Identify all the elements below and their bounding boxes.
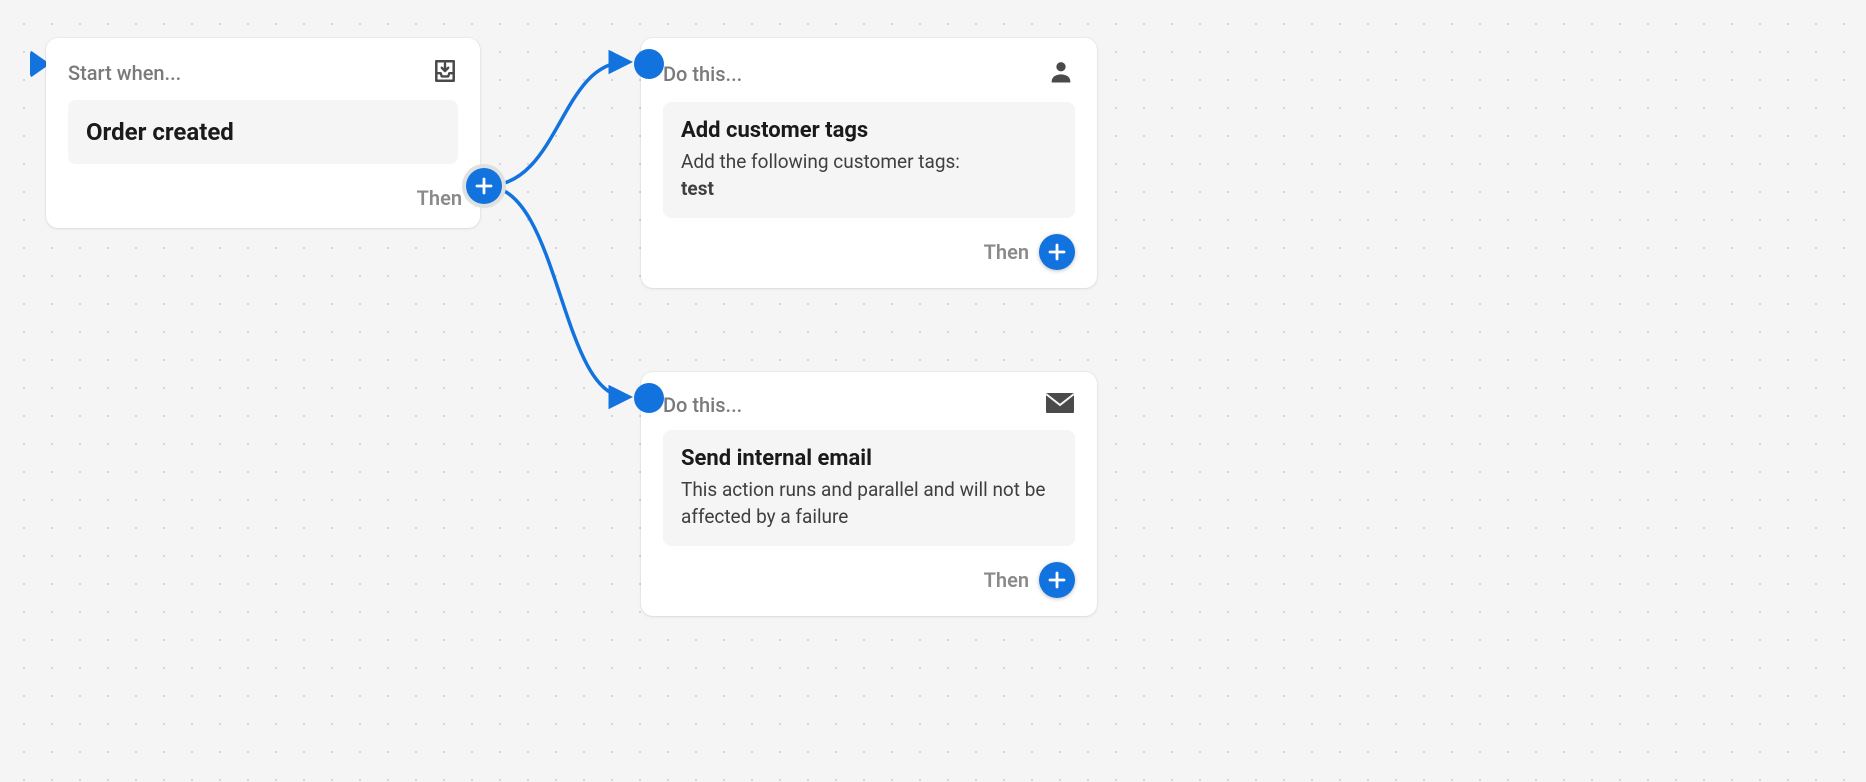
action-desc: Add the following customer tags: bbox=[681, 149, 1057, 176]
action-header: Do this... bbox=[663, 392, 1075, 418]
action-header-label: Do this... bbox=[663, 393, 742, 417]
mail-icon bbox=[1045, 392, 1075, 418]
action-body: Add customer tags Add the following cust… bbox=[663, 102, 1075, 218]
person-icon bbox=[1047, 58, 1075, 90]
then-label: Then bbox=[984, 240, 1029, 264]
action-desc-value: test bbox=[681, 176, 1057, 203]
add-step-button[interactable] bbox=[1039, 234, 1075, 270]
add-step-button[interactable] bbox=[466, 168, 502, 204]
action-header: Do this... bbox=[663, 58, 1075, 90]
action-card-add-customer-tags[interactable]: Do this... Add customer tags Add the fol… bbox=[641, 38, 1097, 288]
action-header-label: Do this... bbox=[663, 62, 742, 86]
action-card-send-internal-email[interactable]: Do this... Send internal email This acti… bbox=[641, 372, 1097, 616]
action-node-dot-1 bbox=[634, 49, 664, 79]
action-desc: This action runs and parallel and will n… bbox=[681, 477, 1057, 530]
trigger-footer: Then bbox=[68, 164, 462, 210]
trigger-header-label: Start when... bbox=[68, 61, 181, 85]
trigger-card[interactable]: Start when... Order created Then bbox=[46, 38, 480, 228]
inbox-download-icon bbox=[432, 58, 458, 88]
add-step-button[interactable] bbox=[1039, 562, 1075, 598]
trigger-header: Start when... bbox=[68, 58, 458, 88]
action-body: Send internal email This action runs and… bbox=[663, 430, 1075, 546]
trigger-body: Order created bbox=[68, 100, 458, 164]
action-title: Add customer tags bbox=[681, 118, 1057, 143]
action-footer: Then bbox=[663, 218, 1075, 270]
action-title: Send internal email bbox=[681, 446, 1057, 471]
then-label: Then bbox=[984, 568, 1029, 592]
trigger-title: Order created bbox=[86, 118, 440, 146]
action-footer: Then bbox=[663, 546, 1075, 598]
then-label: Then bbox=[417, 186, 462, 210]
action-node-dot-2 bbox=[634, 383, 664, 413]
